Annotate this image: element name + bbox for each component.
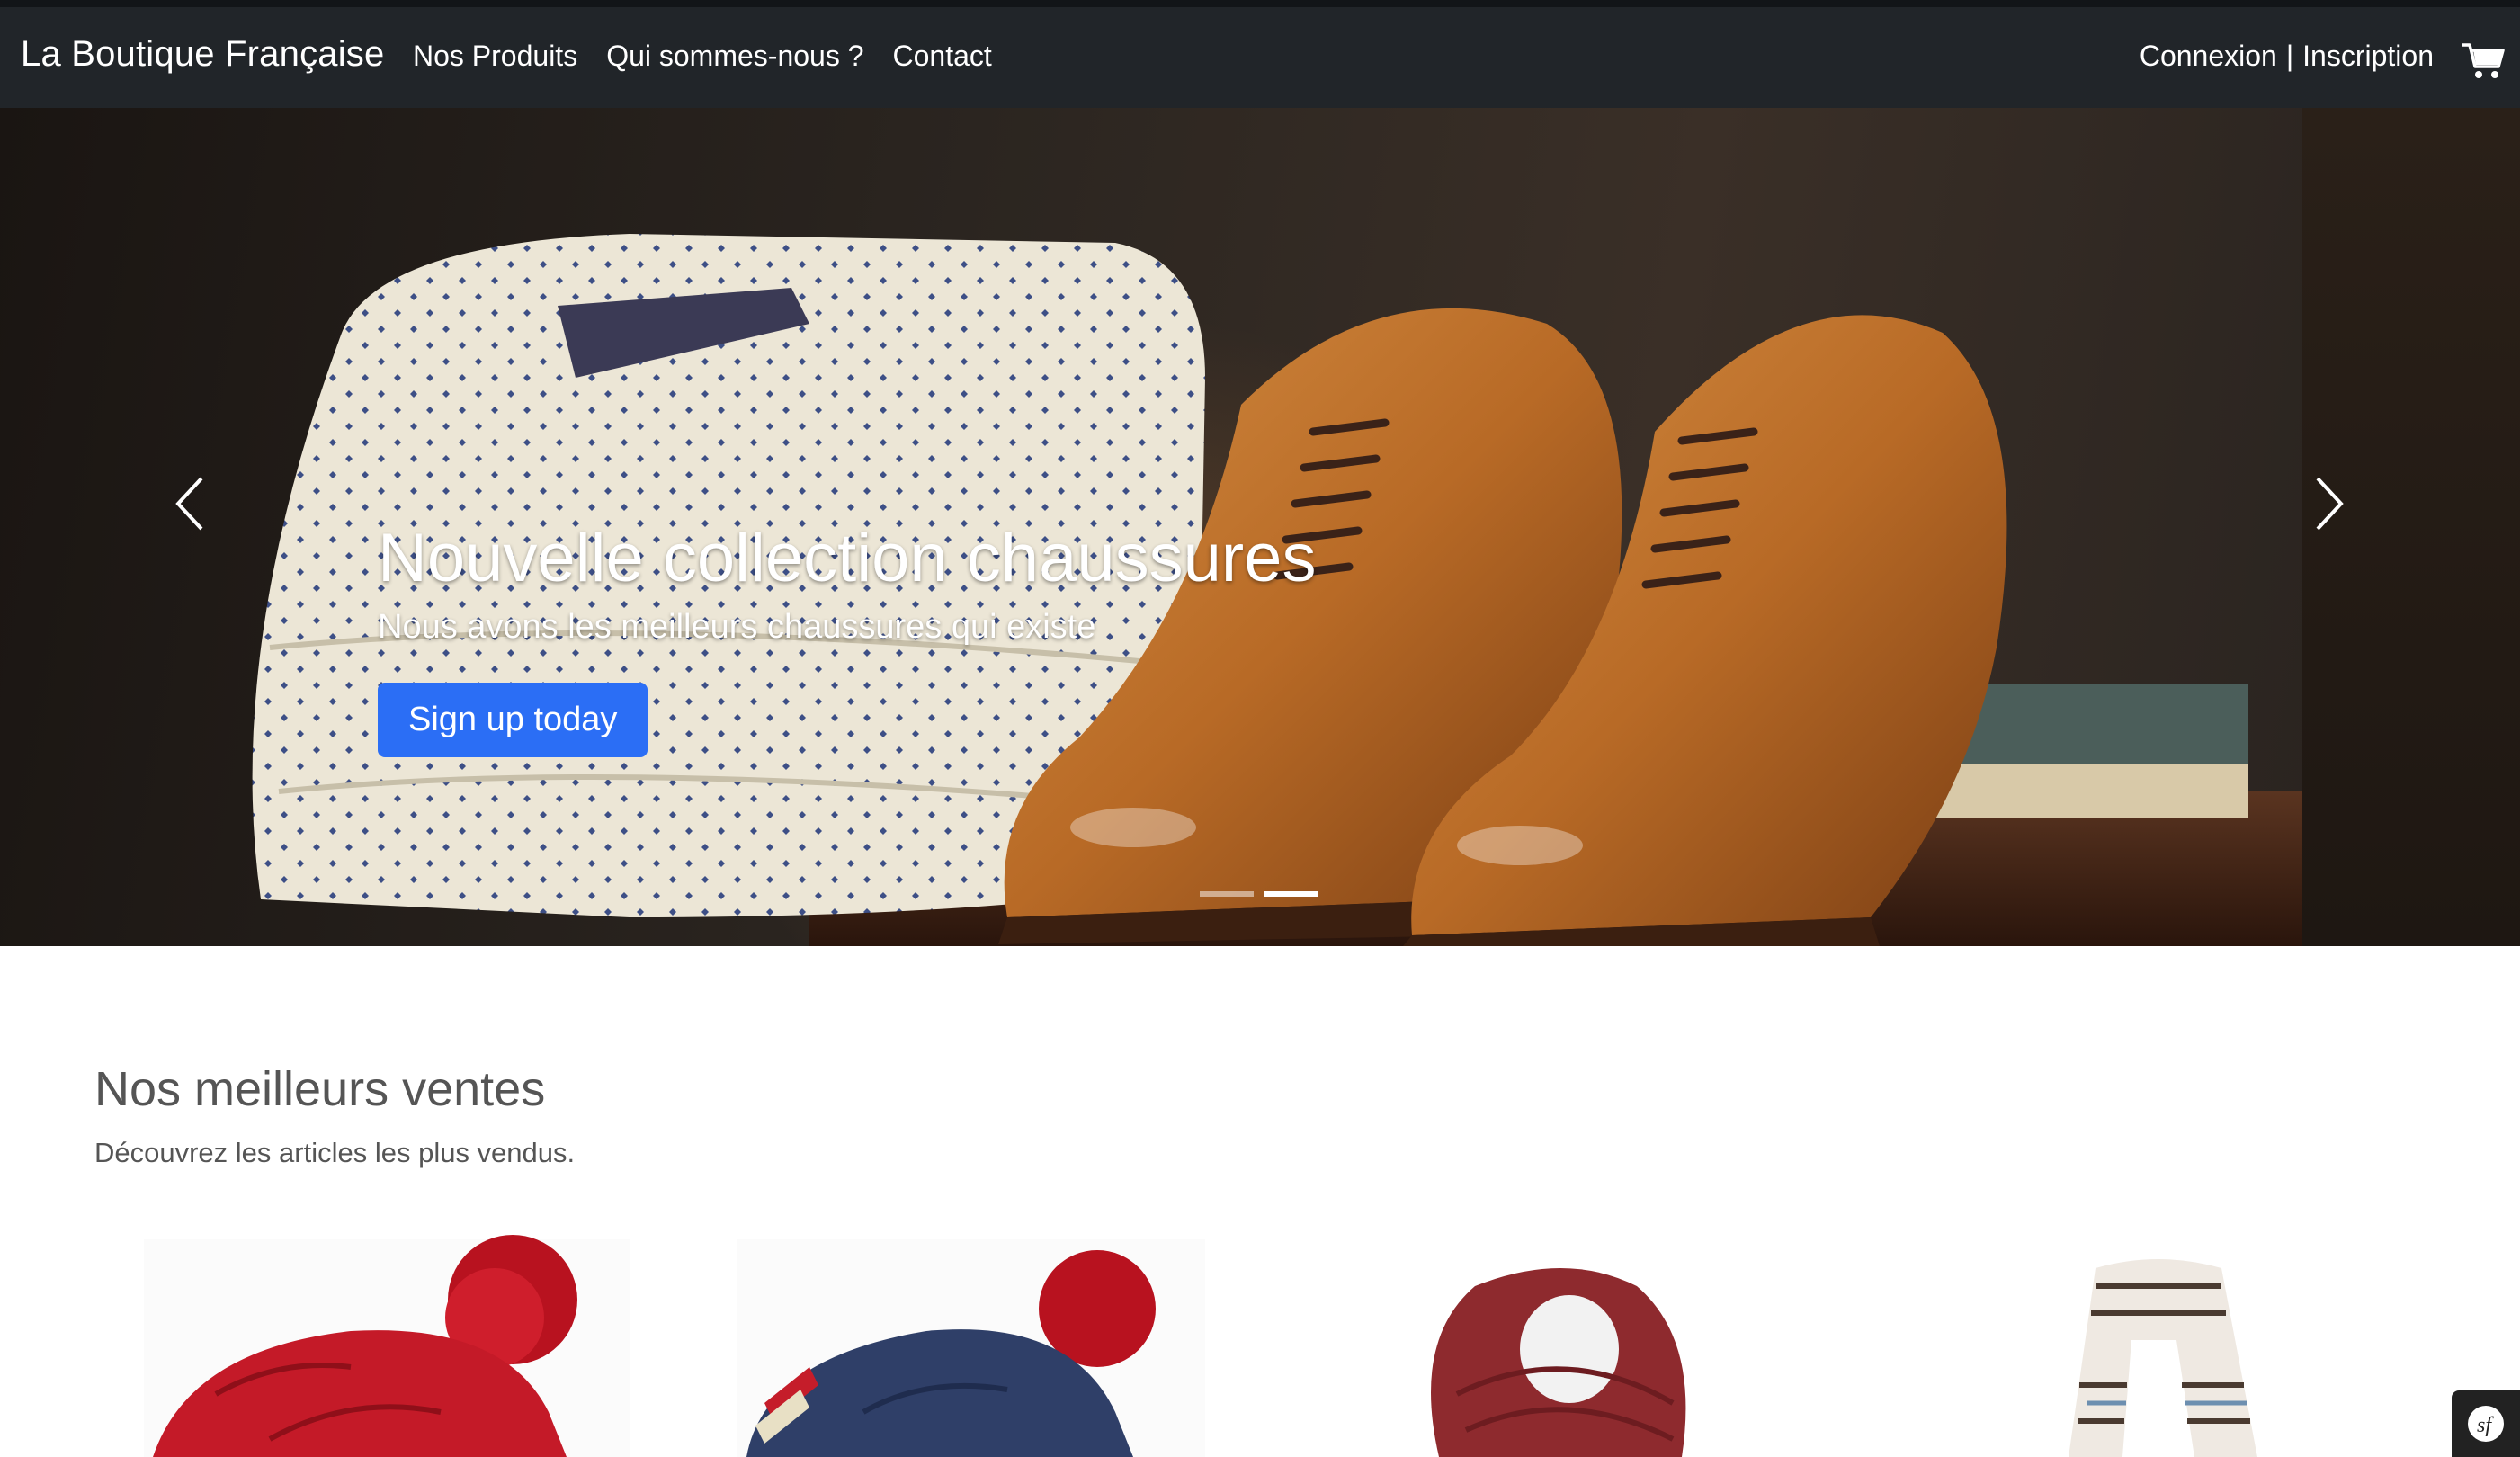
carousel-next-button[interactable] — [2276, 450, 2384, 558]
section-title: Nos meilleurs ventes — [94, 1062, 546, 1116]
burgundy-scarf-image[interactable] — [1403, 1232, 1727, 1457]
blue-beanie-image[interactable] — [728, 1232, 1214, 1457]
nav-link-contact[interactable]: Contact — [893, 40, 992, 73]
symfony-debug-toolbar-toggle[interactable]: sf — [2452, 1390, 2520, 1457]
cart-icon[interactable] — [2461, 40, 2506, 83]
carousel-prev-button[interactable] — [135, 450, 243, 558]
register-link[interactable]: Inscription — [2302, 40, 2434, 73]
carousel-indicator-1[interactable] — [1200, 891, 1254, 897]
sign-up-button[interactable]: Sign up today — [378, 683, 648, 758]
nav-links: Nos Produits Qui sommes-nous ? Contact — [413, 40, 992, 73]
top-navbar: La Boutique Française Nos Produits Qui s… — [0, 7, 2520, 108]
separator: | — [2285, 40, 2294, 72]
striped-scarf-image[interactable] — [2015, 1232, 2302, 1457]
hero-caption: Nouvelle collection chaussures Nous avon… — [378, 517, 1317, 758]
account-links: Connexion | Inscription — [2140, 40, 2434, 73]
section-subtitle: Découvrez les articles les plus vendus. — [94, 1137, 576, 1168]
nav-link-products[interactable]: Nos Produits — [413, 40, 577, 73]
chevron-right-icon — [2316, 477, 2344, 531]
red-beanie-image[interactable] — [135, 1232, 639, 1457]
brand-logo[interactable]: La Boutique Française — [21, 34, 384, 75]
carousel-indicators — [1200, 891, 1318, 897]
hero-subtitle: Nous avons les meilleurs chaussures qui … — [378, 608, 1096, 647]
bestsellers-header: Nos meilleurs ventes Découvrez les artic… — [94, 1061, 575, 1169]
nav-link-about[interactable]: Qui sommes-nous ? — [606, 40, 863, 73]
hero-carousel: Nouvelle collection chaussures Nous avon… — [0, 108, 2520, 946]
login-link[interactable]: Connexion — [2140, 40, 2277, 73]
chevron-left-icon — [175, 477, 203, 531]
window-top-edge — [0, 0, 2520, 7]
symfony-icon: sf — [2468, 1406, 2504, 1442]
carousel-indicator-2[interactable] — [1264, 891, 1318, 897]
bestsellers-products — [0, 1232, 2520, 1457]
hero-title: Nouvelle collection chaussures — [378, 520, 1317, 596]
